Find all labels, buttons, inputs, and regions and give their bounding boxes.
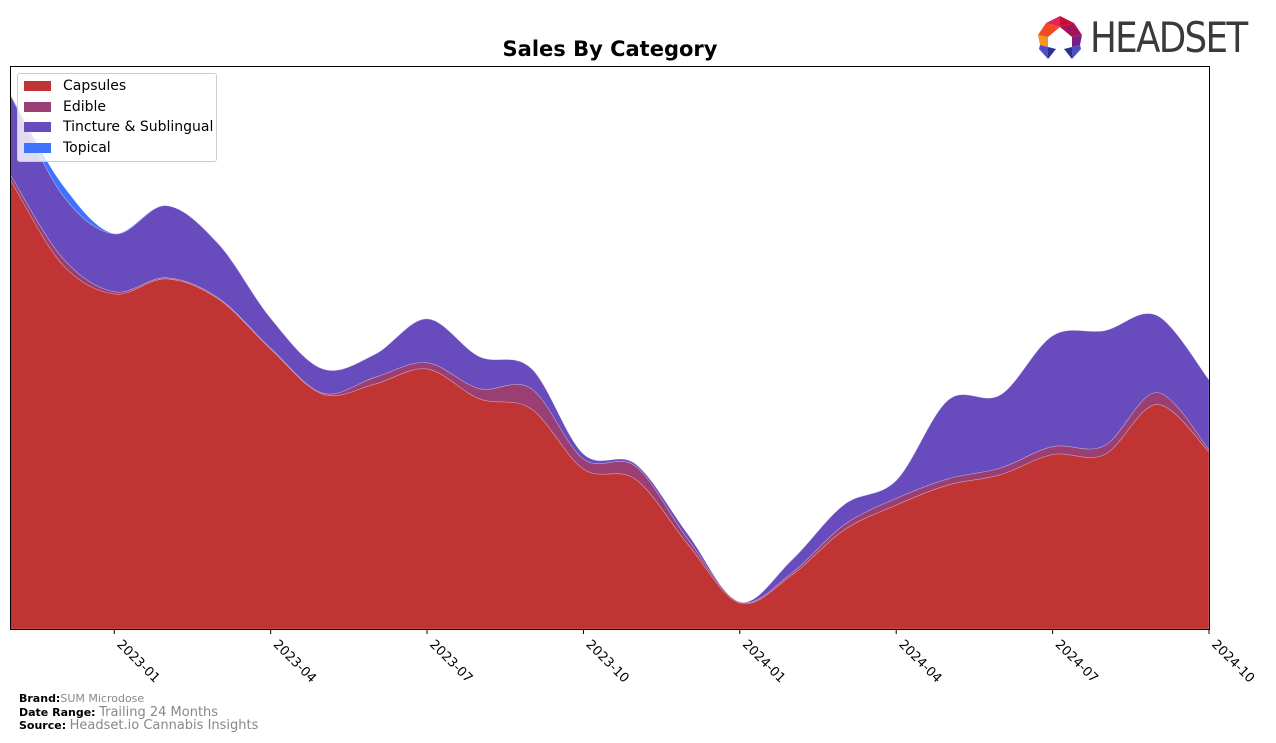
headset-logo: HEADSET (1036, 14, 1274, 62)
x-tick-label: 2023-10 (583, 637, 632, 686)
x-axis: 2023-01 2023-04 2023-07 2023-10 2024-01 2024-… (113, 629, 1257, 686)
legend-item-edible: Edible (24, 98, 106, 116)
legend-item-topical: Topical (24, 139, 111, 157)
legend-swatch-tincture (24, 122, 51, 132)
x-tick-label: 2024-10 (1208, 637, 1257, 686)
footer-source: Source: Headset.io Cannabis Insights (19, 718, 259, 733)
x-tick-label: 2024-07 (1052, 637, 1101, 686)
legend-item-tincture: Tincture & Sublingual (24, 118, 213, 136)
legend: Capsules Edible Tincture & Sublingual To… (17, 73, 217, 162)
x-tick-label: 2023-04 (270, 637, 319, 686)
legend-swatch-topical (24, 143, 51, 153)
chart-footer: Brand:SUM Microdose Date Range: Trailing… (19, 692, 258, 733)
area-layers (9, 93, 1210, 630)
legend-label: Edible (63, 99, 107, 115)
legend-label: Tincture & Sublingual (63, 119, 214, 135)
x-tick-label: 2023-01 (113, 637, 162, 686)
footer-date-range: Date Range: Trailing 24 Months (19, 704, 219, 720)
x-tick-label: 2024-04 (895, 637, 944, 686)
headset-logo-text: HEADSET (1090, 13, 1248, 62)
x-tick-label: 2023-07 (426, 637, 475, 686)
legend-label: Capsules (63, 78, 127, 94)
headset-logo-icon (1038, 16, 1082, 59)
footer-brand: Brand:SUM Microdose (19, 692, 145, 705)
legend-item-capsules: Capsules (24, 77, 126, 95)
x-tick-label: 2024-01 (739, 637, 788, 686)
legend-swatch-edible (24, 102, 51, 112)
legend-label: Topical (63, 140, 111, 156)
legend-swatch-capsules (24, 81, 51, 91)
